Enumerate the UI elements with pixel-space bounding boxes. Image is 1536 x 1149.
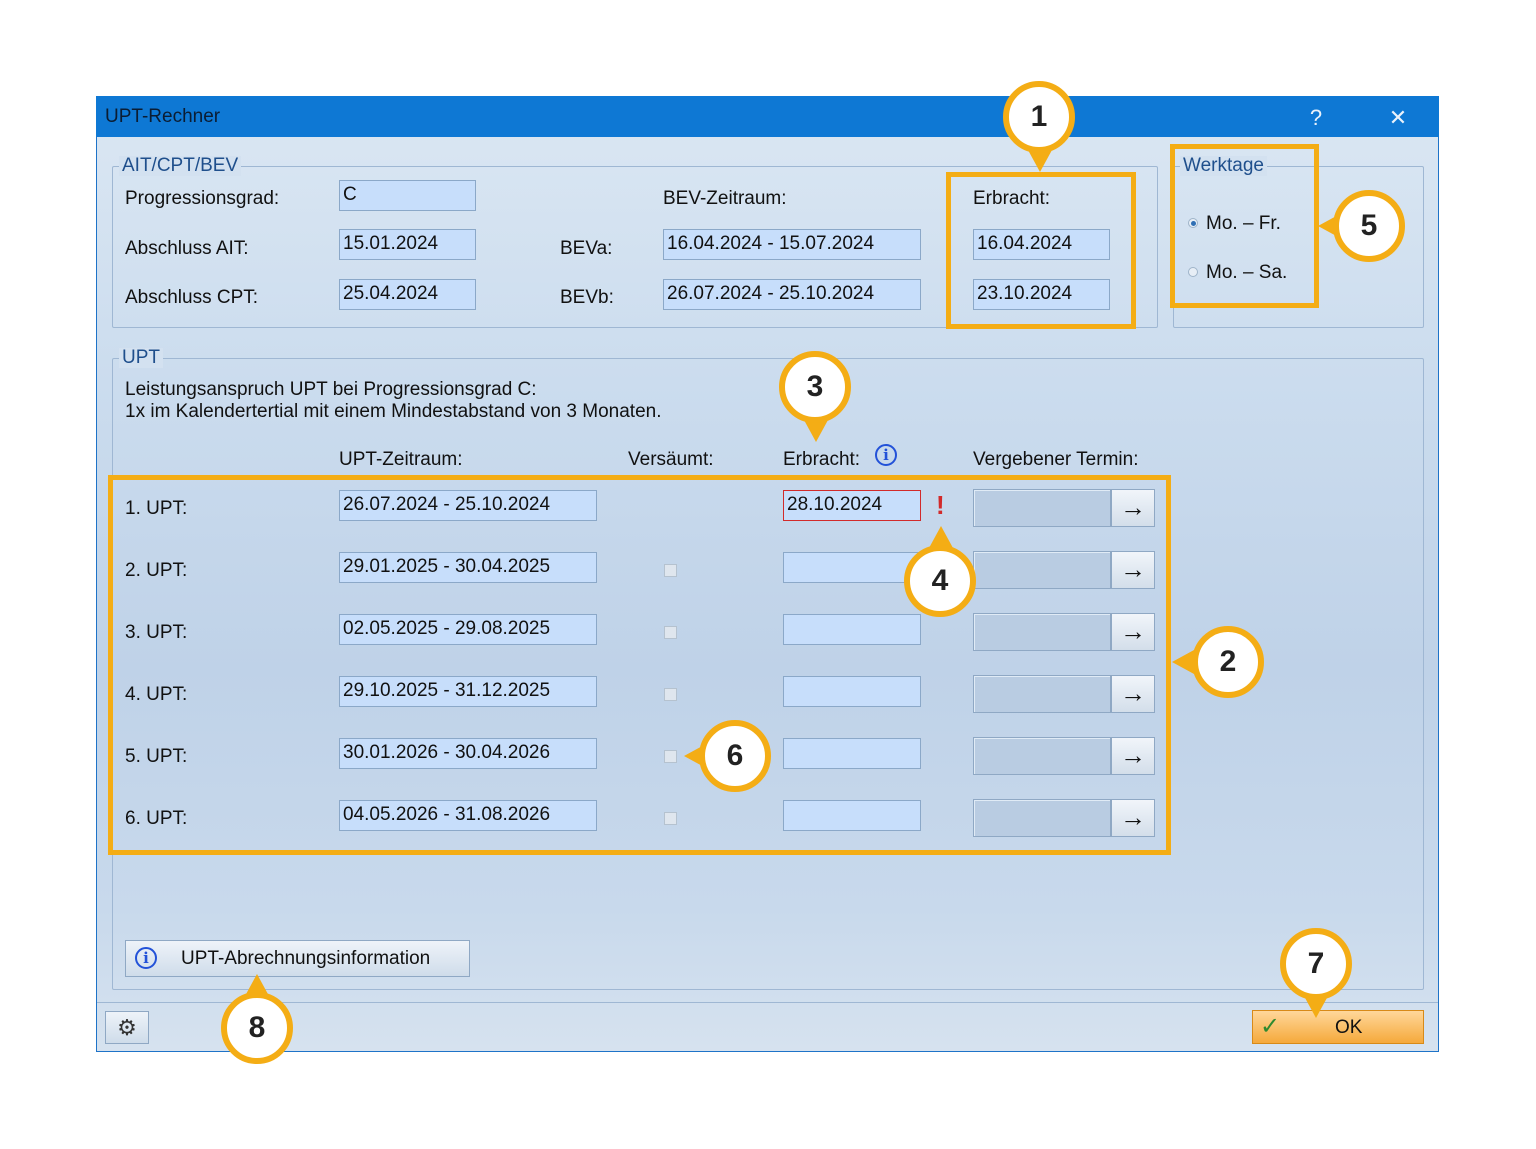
- callout-4: 4: [904, 545, 976, 617]
- callout-tail-2: [1172, 650, 1194, 674]
- callout-7: 7: [1280, 928, 1352, 1000]
- callout-5: 5: [1333, 190, 1405, 262]
- callout-tail-1: [1028, 150, 1052, 172]
- callout-6: 6: [699, 720, 771, 792]
- callout-1: 1: [1003, 81, 1075, 153]
- callout-2: 2: [1192, 626, 1264, 698]
- callout-3: 3: [779, 351, 851, 423]
- callout-tail-3: [804, 420, 828, 442]
- callout-8: 8: [221, 992, 293, 1064]
